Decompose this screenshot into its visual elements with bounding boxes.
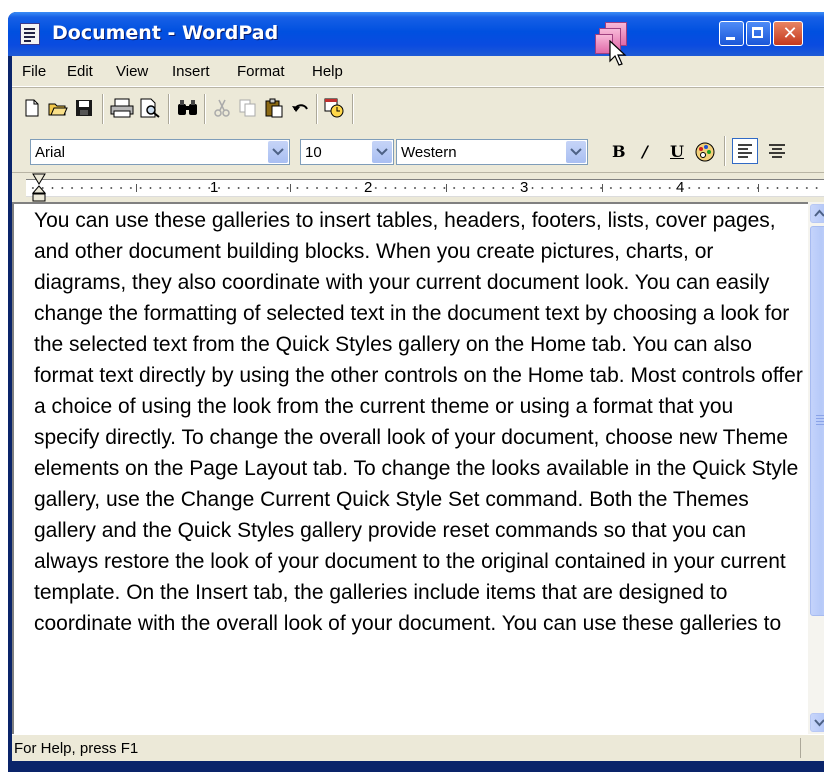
wordpad-window: Document - WordPad ✕ File Edit View Inse… [8,12,824,772]
format-bar: Arial 10 Western B / U [12,130,824,173]
ruler-number: 2 [364,179,373,196]
font-size-combo[interactable]: 10 [300,139,394,165]
font-size-dropdown-button[interactable] [372,141,392,163]
find-icon[interactable] [176,98,200,118]
standard-toolbar [12,87,824,131]
insert-date-time-icon[interactable] [324,98,344,118]
color-palette-icon[interactable] [694,141,716,163]
window-title: Document - WordPad [52,22,279,44]
close-button[interactable]: ✕ [773,21,803,46]
vertical-scrollbar[interactable] [808,202,824,734]
font-dropdown-button[interactable] [268,141,288,163]
ruler-tick [602,184,603,192]
scroll-thumb[interactable] [810,226,824,616]
scroll-up-button[interactable] [810,204,824,223]
chevron-down-icon [272,148,284,156]
ruler[interactable]: 1 2 3 4 5 [12,173,824,203]
wordpad-app-icon[interactable] [20,23,40,45]
toolbar-separator [168,94,170,124]
script-combo[interactable]: Western [396,139,588,165]
document-editor[interactable]: You can use these galleries to insert ta… [12,202,808,734]
close-icon: ✕ [782,23,798,44]
toolbar-separator [352,94,354,124]
maximize-icon [752,27,763,38]
minimize-icon [726,37,735,40]
undo-icon[interactable] [290,98,310,118]
paste-icon[interactable] [264,98,284,118]
chevron-down-icon [570,148,582,156]
menu-bar: File Edit View Insert Format Help [12,56,824,87]
client-area: File Edit View Insert Format Help Arial … [12,56,824,761]
menu-help[interactable]: Help [312,63,343,80]
chevron-down-icon [376,148,388,156]
script-dropdown-button[interactable] [566,141,586,163]
print-icon[interactable] [110,98,134,118]
menu-format[interactable]: Format [237,63,285,80]
new-icon[interactable] [22,98,42,118]
font-value: Arial [35,144,66,161]
toolbar-separator [724,136,726,166]
status-bar: For Help, press F1 [12,734,824,761]
open-icon[interactable] [48,98,68,118]
italic-button[interactable]: / [642,142,648,161]
ruler-strip: 1 2 3 4 5 [26,179,824,197]
bold-button[interactable]: B [612,142,626,161]
ruler-dots [28,187,824,189]
status-text: For Help, press F1 [14,740,139,757]
ruler-tick [446,184,447,192]
toolbar-separator [316,94,318,124]
cut-icon[interactable] [212,98,232,118]
mouse-cursor-icon [609,40,627,66]
minimize-button[interactable] [719,21,744,46]
menu-edit[interactable]: Edit [67,63,93,80]
title-bar[interactable]: Document - WordPad ✕ [8,12,824,56]
menu-insert[interactable]: Insert [172,63,210,80]
toolbar-separator [204,94,206,124]
ruler-tick [758,184,759,192]
ruler-tick [290,184,291,192]
ruler-number: 1 [210,179,219,196]
font-size-value: 10 [305,144,322,161]
indent-marker-icon[interactable] [32,173,46,203]
save-icon[interactable] [74,98,94,118]
status-panel [800,738,801,758]
chevron-up-icon [814,209,824,217]
align-center-icon[interactable] [764,138,790,164]
ruler-number: 3 [520,179,529,196]
scroll-down-button[interactable] [810,713,824,732]
ruler-number: 4 [676,179,685,196]
underline-button[interactable]: U [670,142,684,161]
print-preview-icon[interactable] [138,98,162,118]
align-left-icon[interactable] [732,138,758,164]
font-combo[interactable]: Arial [30,139,290,165]
document-text[interactable]: You can use these galleries to insert ta… [34,205,804,639]
copy-icon[interactable] [238,98,258,118]
chevron-down-icon [814,719,824,727]
maximize-button[interactable] [746,21,771,46]
toolbar-separator [102,94,104,124]
ruler-tick [136,184,137,192]
script-value: Western [401,144,457,161]
menu-file[interactable]: File [22,63,46,80]
menu-view[interactable]: View [116,63,148,80]
